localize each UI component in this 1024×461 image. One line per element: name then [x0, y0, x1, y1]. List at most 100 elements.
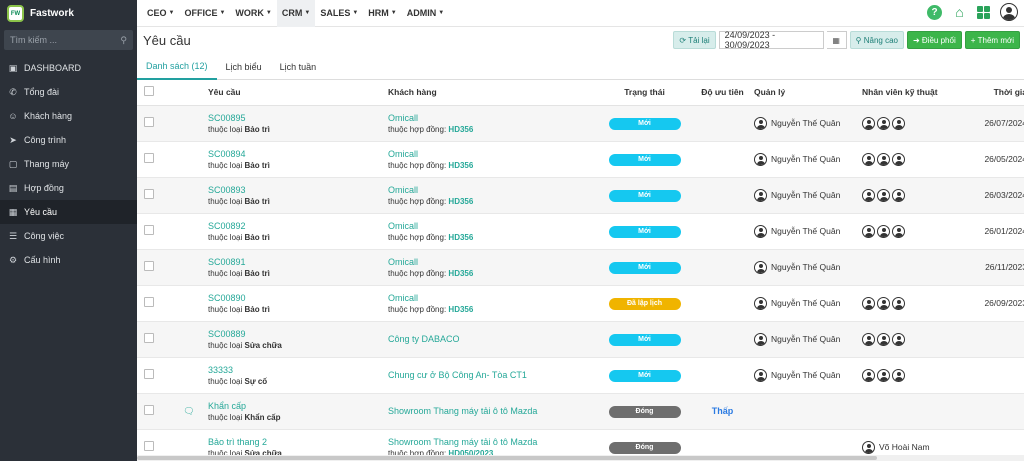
technician-avatar[interactable]: [862, 224, 875, 238]
table-row[interactable]: SC00894 thuộc loại Bảo trì Omicall thuộc hợ…: [137, 141, 1024, 178]
row-checkbox[interactable]: [144, 189, 154, 199]
sidebar-item-4[interactable]: ▢ Thang máy: [0, 152, 137, 176]
technician-avatar[interactable]: [892, 224, 905, 238]
sidebar-item-6[interactable]: ▦ Yêu cầu: [0, 200, 137, 224]
header-manager[interactable]: Quản lý: [754, 80, 862, 106]
select-all-checkbox[interactable]: [144, 86, 154, 97]
request-code-link[interactable]: Bảo trì thang 2: [208, 437, 388, 447]
technician-avatar[interactable]: [892, 116, 905, 130]
comment-icon[interactable]: 🗨: [183, 406, 194, 416]
request-code-link[interactable]: SC00893: [208, 185, 388, 195]
contract-link[interactable]: HD356: [448, 269, 473, 278]
customer-link[interactable]: Omicall: [388, 113, 598, 123]
technician-avatar[interactable]: [862, 332, 875, 346]
horizontal-scrollbar[interactable]: [137, 455, 1024, 461]
customer-link[interactable]: Omicall: [388, 257, 598, 267]
header-status[interactable]: Trạng thái: [598, 80, 691, 106]
table-row[interactable]: 33333 thuộc loại Sự cố Chung cư ở Bộ Công …: [137, 357, 1024, 394]
tab-list[interactable]: Danh sách (12): [137, 53, 217, 80]
technician-avatar[interactable]: [892, 152, 905, 166]
request-code-link[interactable]: SC00891: [208, 257, 388, 267]
technician-avatar[interactable]: [892, 188, 905, 202]
table-row[interactable]: SC00891 thuộc loại Bảo trì Omicall thuộc hợ…: [137, 249, 1024, 286]
customer-link[interactable]: Omicall: [388, 185, 598, 195]
request-code-link[interactable]: SC00895: [208, 113, 388, 123]
sidebar-item-3[interactable]: ➤ Công trình: [0, 128, 137, 152]
technician-avatar[interactable]: [877, 152, 890, 166]
customer-link[interactable]: Công ty DABACO: [388, 334, 598, 344]
row-checkbox[interactable]: [144, 441, 154, 451]
table-row[interactable]: SC00889 thuộc loại Sửa chữa Công ty DABACO…: [137, 321, 1024, 358]
row-checkbox[interactable]: [144, 369, 154, 379]
dispatch-button[interactable]: ➜ Điều phối: [906, 31, 962, 49]
header-technicians[interactable]: Nhân viên kỹ thuật: [862, 80, 962, 106]
tab-week[interactable]: Lịch tuần: [271, 53, 326, 80]
table-row[interactable]: SC00890 thuộc loại Bảo trì Omicall thuộc hợ…: [137, 285, 1024, 322]
top-menu-item-6[interactable]: ADMIN ▼: [402, 0, 449, 27]
row-checkbox[interactable]: [144, 225, 154, 235]
header-request[interactable]: Yêu cầu: [208, 80, 388, 106]
request-code-link[interactable]: SC00894: [208, 149, 388, 159]
technician-avatar[interactable]: [877, 188, 890, 202]
add-new-button[interactable]: + Thêm mới: [964, 31, 1020, 49]
header-time[interactable]: Thời gia: [962, 80, 1024, 106]
table-row[interactable]: SC00893 thuộc loại Bảo trì Omicall thuộc hợ…: [137, 177, 1024, 214]
technician-avatar[interactable]: [862, 188, 875, 202]
reload-button[interactable]: ⟳ Tải lại: [673, 31, 716, 49]
table-row[interactable]: SC00895 thuộc loại Bảo trì Omicall thuộc hợ…: [137, 105, 1024, 142]
contract-link[interactable]: HD356: [448, 197, 473, 206]
top-menu-item-0[interactable]: CEO ▼: [142, 0, 179, 27]
contract-link[interactable]: HD356: [448, 125, 473, 134]
sidebar-item-8[interactable]: ⚙ Cấu hình: [0, 248, 137, 272]
customer-link[interactable]: Showroom Thang máy tải ô tô Mazda: [388, 406, 598, 416]
row-checkbox[interactable]: [144, 405, 154, 415]
technician-avatar[interactable]: [877, 116, 890, 130]
customer-link[interactable]: Omicall: [388, 293, 598, 303]
technician-avatar[interactable]: [892, 332, 905, 346]
row-checkbox[interactable]: [144, 153, 154, 163]
technician-avatar[interactable]: [877, 296, 890, 310]
row-checkbox[interactable]: [144, 333, 154, 343]
request-code-link[interactable]: SC00889: [208, 329, 388, 339]
header-priority[interactable]: Độ ưu tiên: [691, 80, 754, 106]
sidebar-item-2[interactable]: ☺ Khách hàng: [0, 104, 137, 128]
calendar-icon[interactable]: ▦: [826, 31, 847, 49]
row-checkbox[interactable]: [144, 297, 154, 307]
customer-link[interactable]: Omicall: [388, 221, 598, 231]
technician-avatar[interactable]: [877, 368, 890, 382]
top-menu-item-4[interactable]: SALES ▼: [315, 0, 363, 27]
technician-avatar[interactable]: [862, 296, 875, 310]
technician-avatar[interactable]: [862, 152, 875, 166]
customer-link[interactable]: Chung cư ở Bộ Công An- Tòa CT1: [388, 370, 598, 380]
home-icon[interactable]: ⌂: [952, 4, 967, 20]
top-menu-item-1[interactable]: OFFICE ▼: [179, 0, 230, 27]
technician-avatar[interactable]: [862, 368, 875, 382]
contract-link[interactable]: HD356: [448, 305, 473, 314]
tab-schedule[interactable]: Lịch biểu: [217, 53, 271, 80]
technician-avatar[interactable]: [877, 224, 890, 238]
sidebar-item-0[interactable]: ▣ DASHBOARD: [0, 56, 137, 80]
row-checkbox[interactable]: [144, 117, 154, 127]
sidebar-item-5[interactable]: ▤ Hợp đồng: [0, 176, 137, 200]
request-code-link[interactable]: SC00890: [208, 293, 388, 303]
sidebar-item-7[interactable]: ☰ Công việc: [0, 224, 137, 248]
technician-avatar[interactable]: [862, 116, 875, 130]
table-row[interactable]: 🗨 Khẩn cấp thuộc loại Khẩn cấp Showroom Tha…: [137, 393, 1024, 430]
top-menu-item-3[interactable]: CRM ▼: [276, 0, 316, 27]
table-row[interactable]: SC00892 thuộc loại Bảo trì Omicall thuộc hợ…: [137, 213, 1024, 250]
date-range-input[interactable]: 24/09/2023 - 30/09/2023: [718, 30, 824, 50]
technician-avatar[interactable]: [877, 332, 890, 346]
sidebar-item-1[interactable]: ✆ Tổng đài: [0, 80, 137, 104]
user-avatar[interactable]: [1000, 3, 1018, 21]
top-menu-item-2[interactable]: WORK ▼: [230, 0, 276, 27]
help-icon[interactable]: ?: [927, 4, 942, 20]
row-checkbox[interactable]: [144, 261, 154, 271]
apps-grid-icon[interactable]: [977, 5, 990, 19]
sidebar-search-input[interactable]: Tìm kiếm ... ⚲: [4, 30, 133, 50]
contract-link[interactable]: HD356: [448, 161, 473, 170]
technician-avatar[interactable]: [892, 296, 905, 310]
brand[interactable]: FW Fastwork: [0, 0, 137, 27]
customer-link[interactable]: Omicall: [388, 149, 598, 159]
technician-avatar[interactable]: [862, 440, 875, 454]
request-code-link[interactable]: SC00892: [208, 221, 388, 231]
